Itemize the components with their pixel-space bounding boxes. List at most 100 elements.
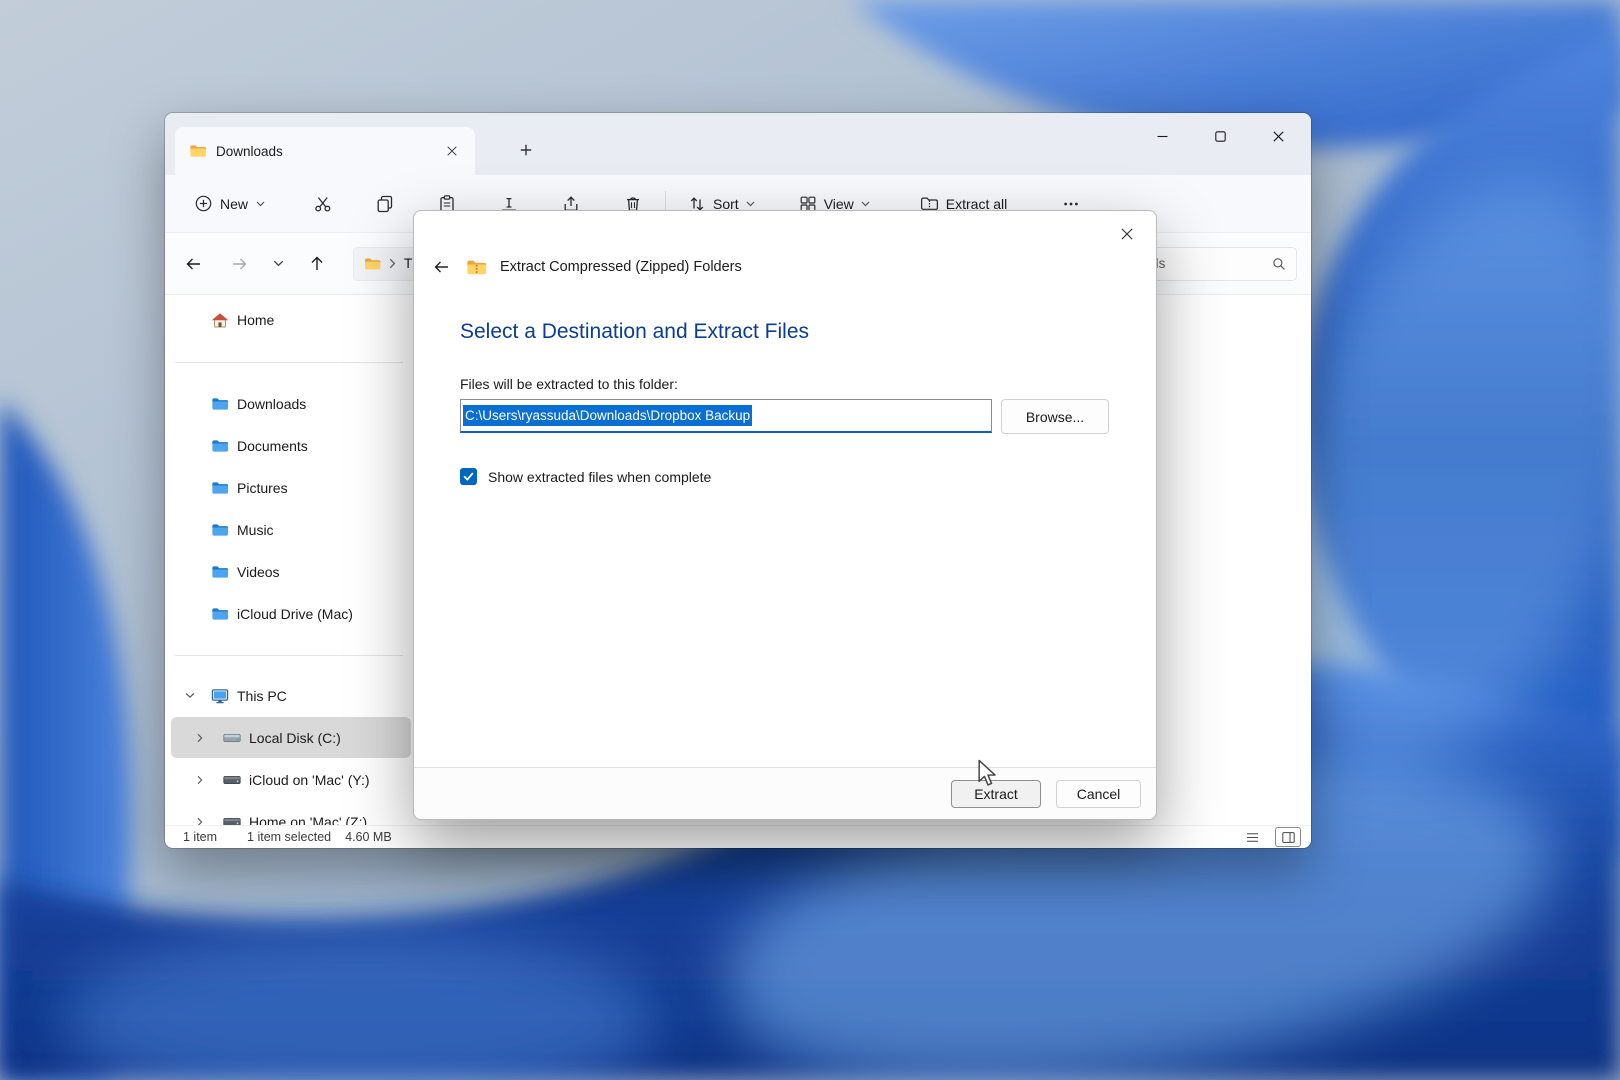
- sidebar-item-label: iCloud on 'Mac' (Y:): [249, 772, 370, 788]
- this-pc-icon: [211, 688, 229, 704]
- large-icons-view-button[interactable]: [1275, 827, 1301, 847]
- chevron-down-icon: [273, 260, 284, 267]
- destination-path-input[interactable]: C:\Users\ryassuda\Downloads\Dropbox Back…: [460, 399, 992, 433]
- sidebar-item-videos[interactable]: Videos: [171, 551, 411, 592]
- close-icon: [1273, 131, 1284, 142]
- chevron-right-icon[interactable]: [197, 775, 203, 785]
- sidebar-item-documents[interactable]: Documents: [171, 425, 411, 466]
- sidebar-item-icloud-mac[interactable]: iCloud on 'Mac' (Y:): [171, 759, 411, 800]
- cancel-button[interactable]: Cancel: [1056, 780, 1141, 808]
- back-button[interactable]: [173, 246, 213, 282]
- dialog-footer: Extract Cancel: [414, 767, 1156, 819]
- status-bar: 1 item 1 item selected 4.60 MB: [165, 825, 1311, 848]
- close-icon: [1121, 228, 1133, 240]
- back-icon: [185, 256, 202, 272]
- new-tab-button[interactable]: [513, 137, 539, 163]
- home-icon: [211, 312, 229, 328]
- folder-icon: [211, 439, 229, 453]
- maximize-icon: [1215, 131, 1226, 142]
- status-item-count: 1 item: [183, 830, 217, 844]
- sidebar-item-local-disk[interactable]: Local Disk (C:): [171, 717, 411, 758]
- chevron-down-icon[interactable]: [185, 692, 195, 699]
- sidebar-item-label: This PC: [237, 688, 287, 704]
- large-icons-view-icon: [1281, 830, 1296, 845]
- tab-bar: Downloads: [165, 113, 1311, 175]
- folder-icon: [364, 257, 381, 271]
- dialog-back-button[interactable]: [429, 255, 453, 279]
- show-extracted-checkbox-row[interactable]: Show extracted files when complete: [460, 468, 711, 485]
- forward-icon: [231, 256, 248, 272]
- cut-icon: [314, 195, 332, 213]
- dialog-heading: Select a Destination and Extract Files: [460, 320, 809, 344]
- plus-circle-icon: [195, 195, 212, 212]
- extract-all-icon: [920, 196, 939, 211]
- sidebar-item-label: Home on 'Mac' (Z:): [249, 814, 367, 826]
- tab-downloads[interactable]: Downloads: [175, 127, 475, 175]
- sidebar-item-home[interactable]: Home: [171, 299, 411, 340]
- details-view-button[interactable]: [1239, 827, 1265, 847]
- sidebar-item-label: Videos: [237, 564, 280, 580]
- folder-icon: [211, 397, 229, 411]
- network-drive-icon: [223, 816, 241, 826]
- sidebar-item-label: iCloud Drive (Mac): [237, 606, 353, 622]
- folder-icon: [211, 481, 229, 495]
- browse-button[interactable]: Browse...: [1001, 399, 1109, 434]
- desktop: Downloads: [0, 0, 1620, 1080]
- new-button-label: New: [220, 196, 248, 212]
- destination-label: Files will be extracted to this folder:: [460, 376, 678, 392]
- dialog-title: Extract Compressed (Zipped) Folders: [500, 259, 742, 275]
- destination-path-text: C:\Users\ryassuda\Downloads\Dropbox Back…: [463, 405, 752, 426]
- new-button[interactable]: New: [185, 186, 275, 222]
- sidebar-item-home-mac[interactable]: Home on 'Mac' (Z:): [171, 801, 411, 825]
- breadcrumb-chevron-icon: [389, 258, 396, 269]
- forward-button[interactable]: [219, 246, 259, 282]
- plus-icon: [520, 144, 532, 156]
- navigation-pane: Home Downloads Documents Pictures: [165, 295, 413, 825]
- sidebar-item-icloud-drive[interactable]: iCloud Drive (Mac): [171, 593, 411, 634]
- tab-title: Downloads: [216, 144, 283, 159]
- details-view-icon: [1245, 830, 1260, 845]
- cut-button[interactable]: [303, 186, 343, 222]
- network-drive-icon: [223, 774, 241, 786]
- show-extracted-checkbox[interactable]: [460, 468, 477, 485]
- window-close-button[interactable]: [1249, 115, 1307, 157]
- sidebar-item-label: Local Disk (C:): [249, 730, 341, 746]
- sidebar-item-music[interactable]: Music: [171, 509, 411, 550]
- local-disk-icon: [223, 732, 241, 744]
- tab-close-icon[interactable]: [439, 138, 465, 164]
- folder-icon: [211, 607, 229, 621]
- back-icon: [433, 259, 450, 275]
- sidebar-divider: [165, 341, 413, 383]
- mouse-cursor: [977, 759, 999, 787]
- folder-icon: [211, 523, 229, 537]
- zip-folder-icon: [466, 259, 487, 276]
- sidebar-item-downloads[interactable]: Downloads: [171, 383, 411, 424]
- chevron-right-icon[interactable]: [197, 733, 203, 743]
- copy-icon: [376, 195, 394, 213]
- minimize-icon: [1157, 131, 1168, 142]
- sidebar-item-label: Home: [237, 312, 274, 328]
- sidebar-item-pictures[interactable]: Pictures: [171, 467, 411, 508]
- check-icon: [463, 471, 474, 482]
- chevron-down-icon: [256, 201, 265, 207]
- sidebar-item-label: Pictures: [237, 480, 288, 496]
- status-selection-size: 4.60 MB: [345, 830, 392, 844]
- up-icon: [309, 255, 325, 272]
- window-maximize-button[interactable]: [1191, 115, 1249, 157]
- sidebar-divider: [165, 635, 413, 675]
- sidebar-item-label: Music: [237, 522, 274, 538]
- chevron-right-icon[interactable]: [197, 817, 203, 826]
- chevron-down-icon: [746, 201, 755, 207]
- dialog-close-button[interactable]: [1112, 221, 1142, 247]
- search-icon: [1272, 257, 1286, 271]
- copy-button[interactable]: [365, 186, 405, 222]
- sidebar-item-this-pc[interactable]: This PC: [171, 675, 411, 716]
- recent-locations-button[interactable]: [265, 246, 291, 282]
- status-selection: 1 item selected: [247, 830, 331, 844]
- checkbox-label: Show extracted files when complete: [488, 469, 711, 485]
- window-minimize-button[interactable]: [1133, 115, 1191, 157]
- folder-icon: [189, 144, 207, 158]
- folder-icon: [211, 565, 229, 579]
- extract-dialog: Extract Compressed (Zipped) Folders Sele…: [413, 210, 1157, 820]
- up-button[interactable]: [297, 246, 337, 282]
